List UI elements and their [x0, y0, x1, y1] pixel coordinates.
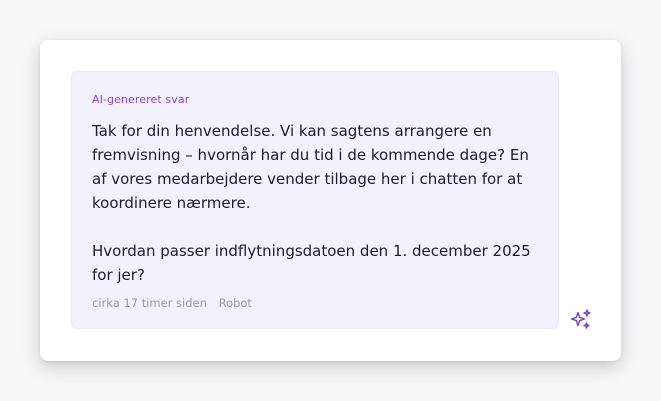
ai-generated-label: AI-genereret svar — [92, 93, 190, 106]
message-paragraph-1: Tak for din henvendelse. Vi kan sagtens … — [92, 122, 529, 212]
ai-message-bubble: AI-genereret svar Tak for din henvendels… — [71, 71, 559, 329]
message-timestamp: cirka 17 timer siden — [92, 296, 207, 310]
message-meta: cirka 17 timer siden Robot — [92, 296, 252, 310]
sparkles-icon — [570, 309, 591, 329]
chat-message-card: AI-genereret svar Tak for din henvendels… — [40, 40, 621, 361]
message-paragraph-2: Hvordan passer indflytningsdatoen den 1.… — [92, 242, 531, 284]
message-body: Tak for din henvendelse. Vi kan sagtens … — [92, 119, 544, 287]
message-author: Robot — [218, 296, 252, 310]
